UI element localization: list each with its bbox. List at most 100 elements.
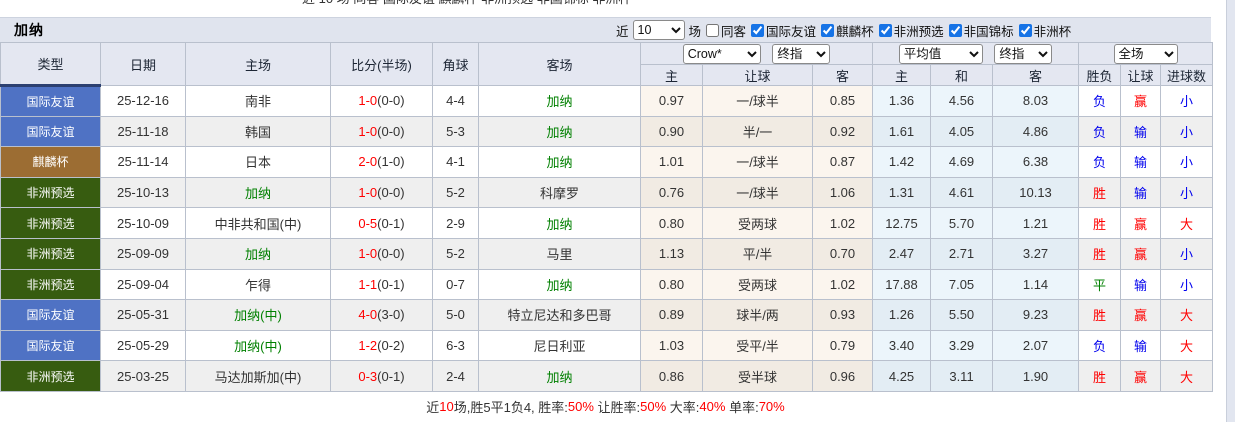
filter-checkbox-国际友谊[interactable]: 国际友谊 xyxy=(751,21,816,40)
filter-checkbox-非洲杯[interactable]: 非洲杯 xyxy=(1018,21,1072,40)
halftime-score: (0-2) xyxy=(377,338,405,354)
halftime-score: (0-0) xyxy=(377,123,405,139)
avg-home-odds: 17.88 xyxy=(872,268,932,301)
bookmaker-select[interactable]: Crow* xyxy=(682,43,761,64)
corner-count: 5-3 xyxy=(432,115,479,148)
score-cell: 4-0(3-0) xyxy=(330,299,433,331)
result-win-draw-loss: 胜 xyxy=(1078,299,1122,331)
home-team: 加纳(中) xyxy=(185,299,331,331)
summary-segment: 70% xyxy=(758,398,785,414)
final-odds-select-2[interactable]: 终指 xyxy=(994,43,1053,64)
odds-home: 0.80 xyxy=(640,207,703,239)
match-type-badge: 非洲预选 xyxy=(0,207,101,239)
avg-away-odds: 10.13 xyxy=(992,176,1080,209)
avg-home-odds: 12.75 xyxy=(872,207,932,239)
result-handicap: 输 xyxy=(1120,268,1162,301)
avg-home-odds: 1.42 xyxy=(872,146,932,178)
halftime-score: (0-1) xyxy=(377,368,405,384)
fulltime-score: 1-0 xyxy=(358,93,378,109)
result-handicap: 赢 xyxy=(1120,299,1162,331)
checkbox-icon[interactable] xyxy=(1018,23,1032,37)
table-row: 麒麟杯 25-11-14 日本 2-0(1-0) 4-1 加纳 1.01 一/球… xyxy=(0,146,1214,178)
summary-segment: 让胜率: xyxy=(593,399,641,415)
summary-segment: 50% xyxy=(567,398,594,414)
odds-home: 0.90 xyxy=(640,115,703,148)
filter-checkbox-group: 同客 国际友谊 麒麟杯 非洲预选 非国锦标 非洲杯 xyxy=(701,21,1071,40)
avg-draw-odds: 7.05 xyxy=(930,268,994,301)
avg-away-odds: 3.27 xyxy=(992,237,1080,270)
corner-count: 0-7 xyxy=(432,268,479,301)
home-team: 加纳(中) xyxy=(185,329,331,362)
result-goals-over-under: 大 xyxy=(1160,207,1214,239)
result-goals-over-under: 小 xyxy=(1160,146,1214,178)
odds-handicap-line: 受半球 xyxy=(702,360,813,392)
score-cell: 1-2(0-2) xyxy=(330,329,433,362)
fulltime-score: 1-0 xyxy=(358,246,378,262)
col-header-type: 类型 xyxy=(0,42,101,87)
score-cell: 1-0(0-0) xyxy=(330,115,433,148)
odds-handicap-line: 受平/半 xyxy=(702,329,813,362)
result-goals-over-under: 大 xyxy=(1160,329,1214,362)
score-cell: 2-0(1-0) xyxy=(330,146,433,178)
result-win-draw-loss: 胜 xyxy=(1078,207,1122,239)
col-header-corner: 角球 xyxy=(432,42,479,86)
near-label: 近 xyxy=(616,24,629,39)
score-cell: 1-0(0-0) xyxy=(330,237,433,270)
fulltime-select[interactable]: 全场 xyxy=(1113,43,1178,64)
checkbox-icon[interactable] xyxy=(706,23,720,37)
table-row: 国际友谊 25-05-29 加纳(中) 1-2(0-2) 6-3 尼日利亚 1.… xyxy=(0,329,1214,362)
result-win-draw-loss: 胜 xyxy=(1078,360,1122,392)
checkbox-icon[interactable] xyxy=(878,23,892,37)
filter-label: 非洲杯 xyxy=(1033,24,1072,39)
subheader-odds-away: 客 xyxy=(811,64,874,86)
corner-count: 5-0 xyxy=(432,299,479,331)
result-handicap: 输 xyxy=(1120,146,1162,178)
subheader-avg-draw: 和 xyxy=(930,64,994,86)
avg-home-odds: 1.31 xyxy=(872,176,932,209)
match-type-badge: 国际友谊 xyxy=(0,329,101,362)
checkbox-icon[interactable] xyxy=(821,23,835,37)
table-row: 国际友谊 25-12-16 南非 1-0(0-0) 4-4 加纳 0.97 一/… xyxy=(0,85,1214,117)
avg-away-odds: 4.86 xyxy=(992,115,1080,148)
average-select[interactable]: 平均值 xyxy=(898,43,983,64)
match-date: 25-12-16 xyxy=(100,85,186,117)
result-handicap: 赢 xyxy=(1120,207,1162,239)
checkbox-icon[interactable] xyxy=(948,23,962,37)
filter-checkbox-麒麟杯[interactable]: 麒麟杯 xyxy=(821,21,874,40)
home-team: 南非 xyxy=(185,85,331,117)
match-type-badge: 国际友谊 xyxy=(0,115,101,148)
away-team: 加纳 xyxy=(478,146,641,178)
filter-checkbox-同客[interactable]: 同客 xyxy=(706,21,746,40)
filter-label: 麒麟杯 xyxy=(836,24,874,39)
subheader-odds-home: 主 xyxy=(640,64,703,86)
result-win-draw-loss: 负 xyxy=(1078,146,1122,178)
summary-segment: 10 xyxy=(439,398,454,414)
home-team: 乍得 xyxy=(185,268,331,301)
avg-away-odds: 6.38 xyxy=(992,146,1080,178)
odds-handicap-line: 一/球半 xyxy=(702,176,813,209)
fulltime-score: 1-1 xyxy=(358,276,378,292)
odds-away: 1.02 xyxy=(811,268,874,301)
odds-away: 0.96 xyxy=(811,360,874,392)
checkbox-icon[interactable] xyxy=(751,23,765,37)
fulltime-score: 4-0 xyxy=(358,307,378,323)
recent-count-select[interactable]: 10 xyxy=(632,20,685,40)
odds-handicap-line: 受两球 xyxy=(702,268,813,301)
odds-away: 1.06 xyxy=(811,176,874,209)
match-date: 25-10-09 xyxy=(100,207,186,239)
filter-checkbox-非国锦标[interactable]: 非国锦标 xyxy=(948,21,1014,40)
bookmaker-group-header: Crow* 终指 xyxy=(639,42,874,65)
score-cell: 0-3(0-1) xyxy=(330,360,433,392)
filter-checkbox-非洲预选[interactable]: 非洲预选 xyxy=(878,21,944,40)
avg-home-odds: 2.47 xyxy=(872,237,932,270)
matches-table: 类型 日期 主场 比分(半场) 角球 客场 Crow* 终指 平均值 终指 全场… xyxy=(0,42,1214,392)
fulltime-score: 0-5 xyxy=(358,215,378,231)
odds-handicap-line: 一/球半 xyxy=(702,85,813,117)
result-goals-over-under: 小 xyxy=(1160,176,1214,209)
filter-controls: 近 10 场 同客 国际友谊 麒麟杯 非洲预选 非国锦标 非洲杯 xyxy=(616,18,1071,42)
final-odds-select-1[interactable]: 终指 xyxy=(772,43,831,64)
corner-count: 6-3 xyxy=(432,329,479,362)
scrollbar-track[interactable] xyxy=(1226,0,1235,422)
avg-draw-odds: 5.70 xyxy=(930,207,994,239)
avg-draw-odds: 4.61 xyxy=(930,176,994,209)
